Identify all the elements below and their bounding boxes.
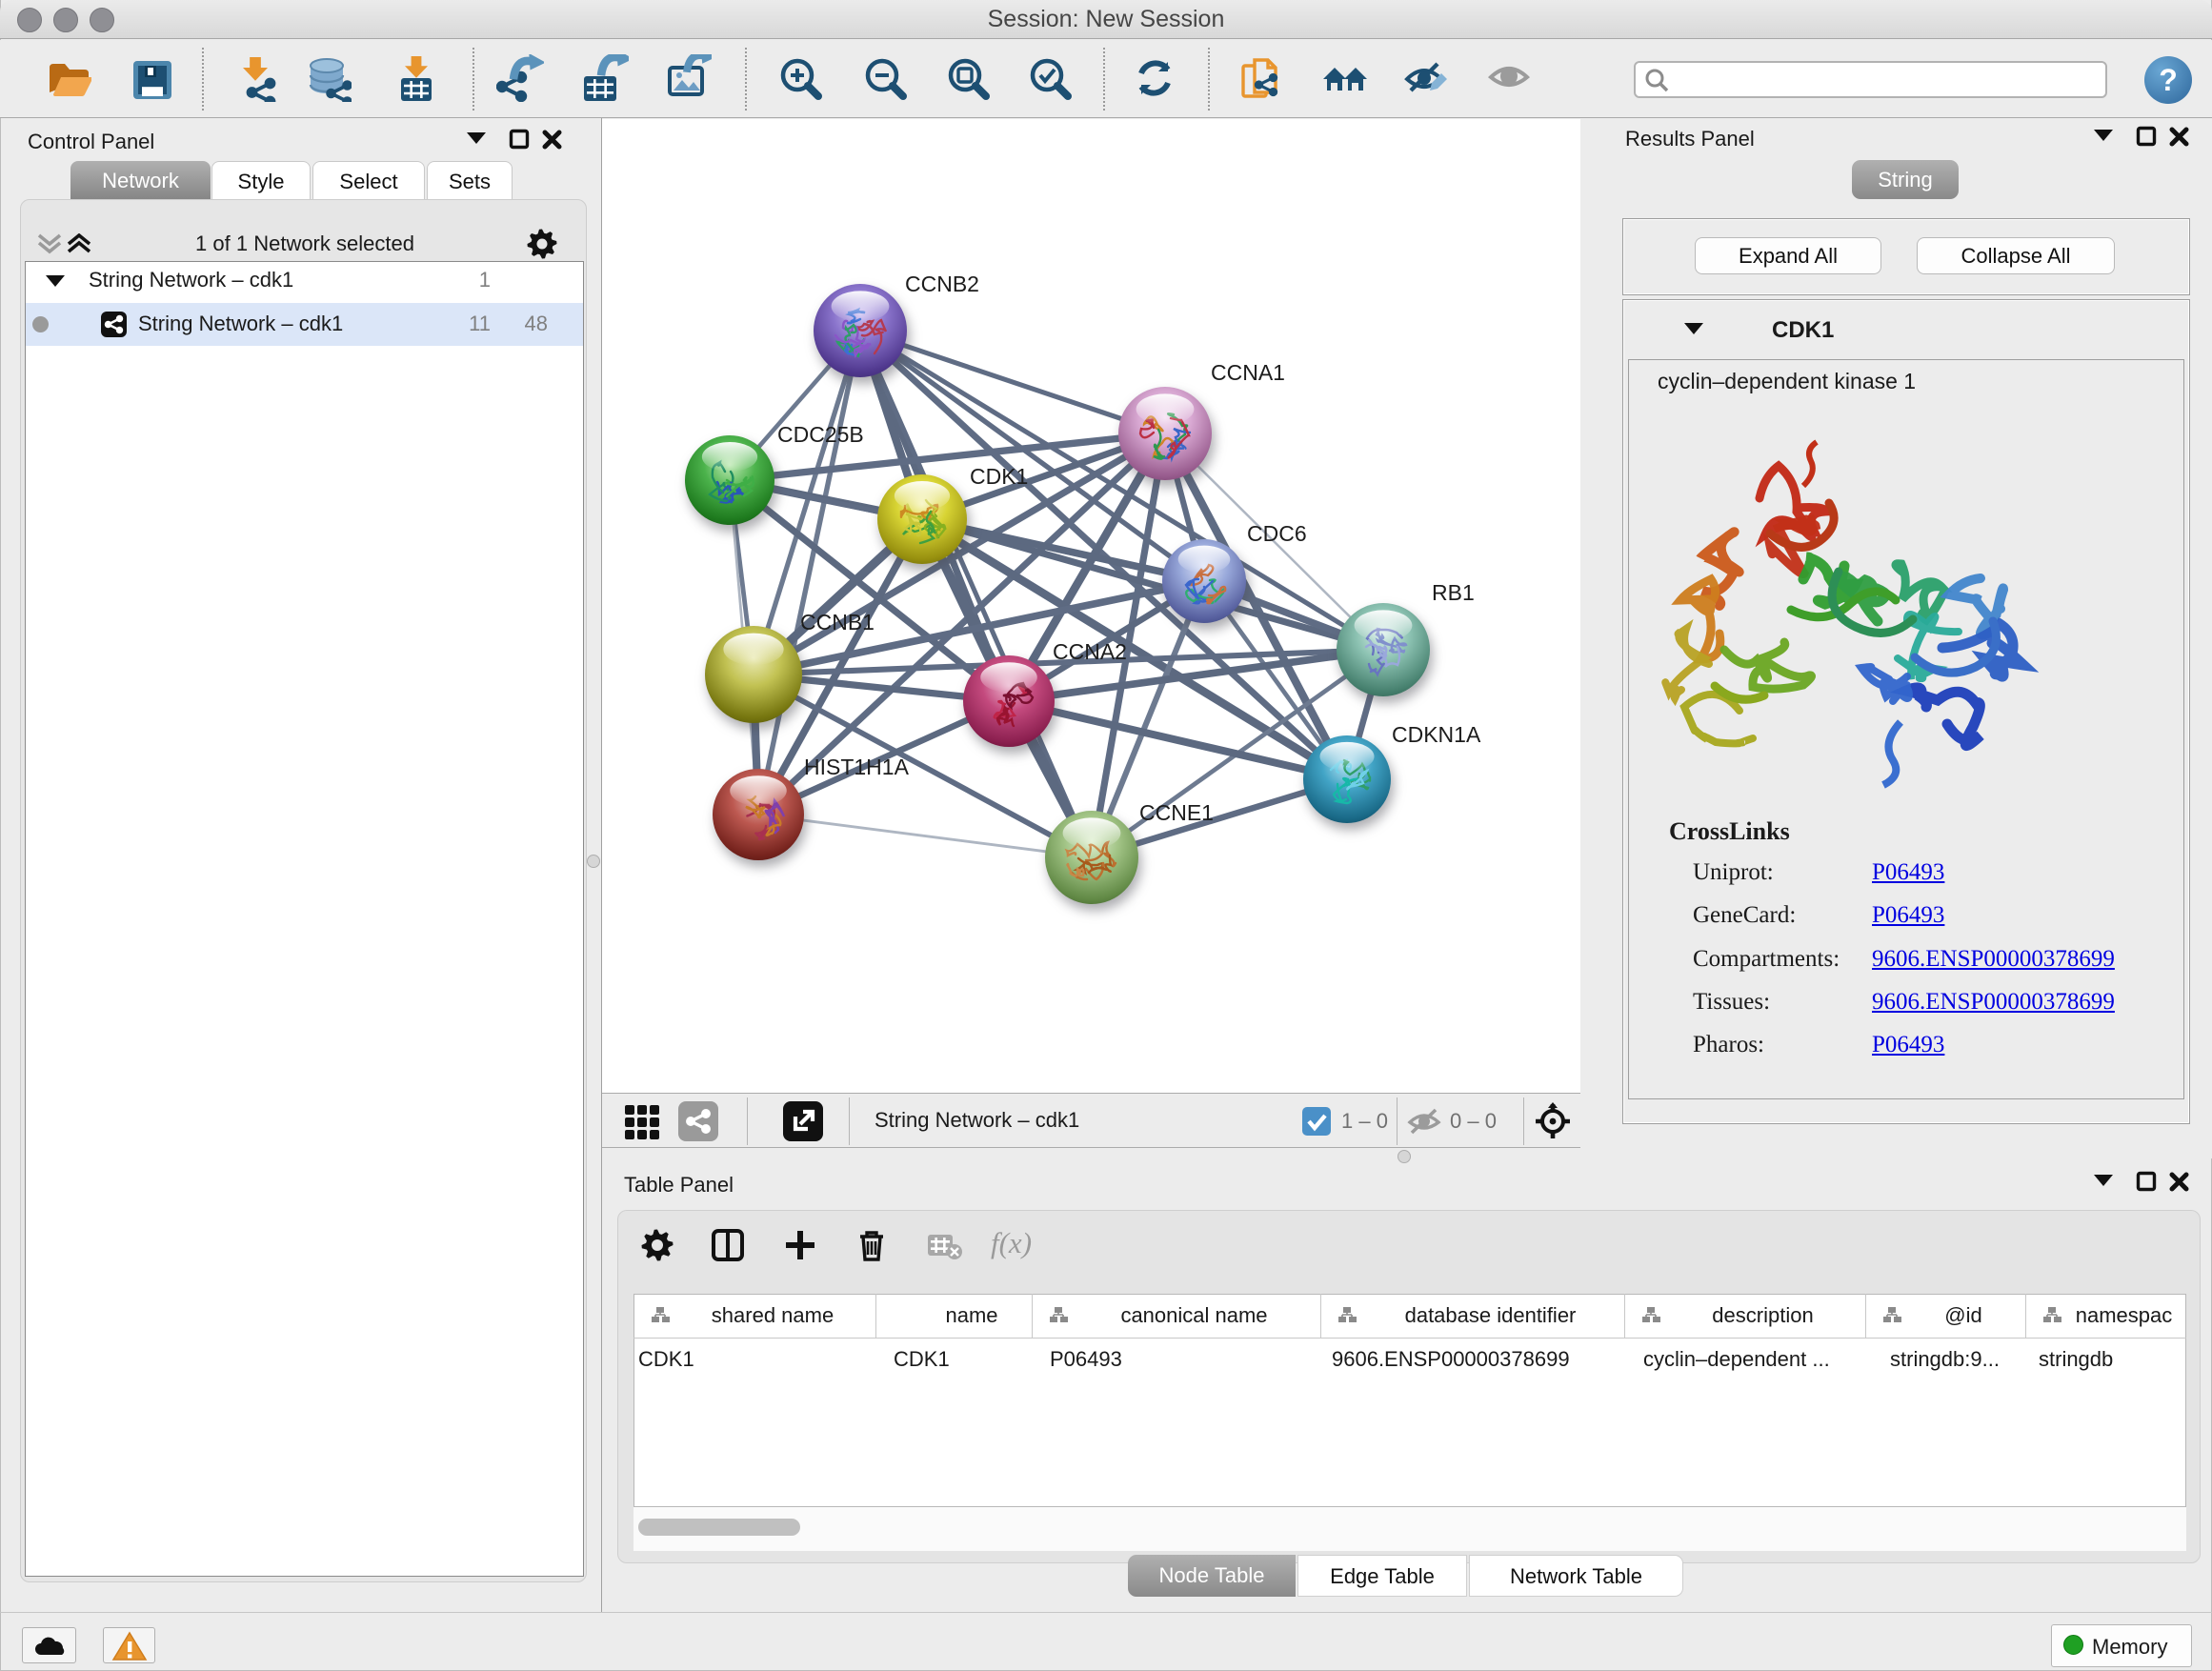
svg-text:CCNB1: CCNB1 — [800, 610, 875, 634]
svg-text:CCNE1: CCNE1 — [1139, 800, 1214, 825]
svg-text:CDK1: CDK1 — [970, 464, 1028, 489]
svg-text:RB1: RB1 — [1432, 580, 1475, 605]
svg-text:CDC25B: CDC25B — [777, 422, 864, 447]
svg-text:HIST1H1A: HIST1H1A — [804, 755, 910, 779]
svg-text:CDC6: CDC6 — [1247, 521, 1307, 546]
svg-text:CCNB2: CCNB2 — [905, 272, 979, 296]
svg-text:CDKN1A: CDKN1A — [1392, 722, 1481, 747]
svg-text:CCNA2: CCNA2 — [1053, 639, 1127, 664]
svg-text:CCNA1: CCNA1 — [1211, 360, 1285, 385]
